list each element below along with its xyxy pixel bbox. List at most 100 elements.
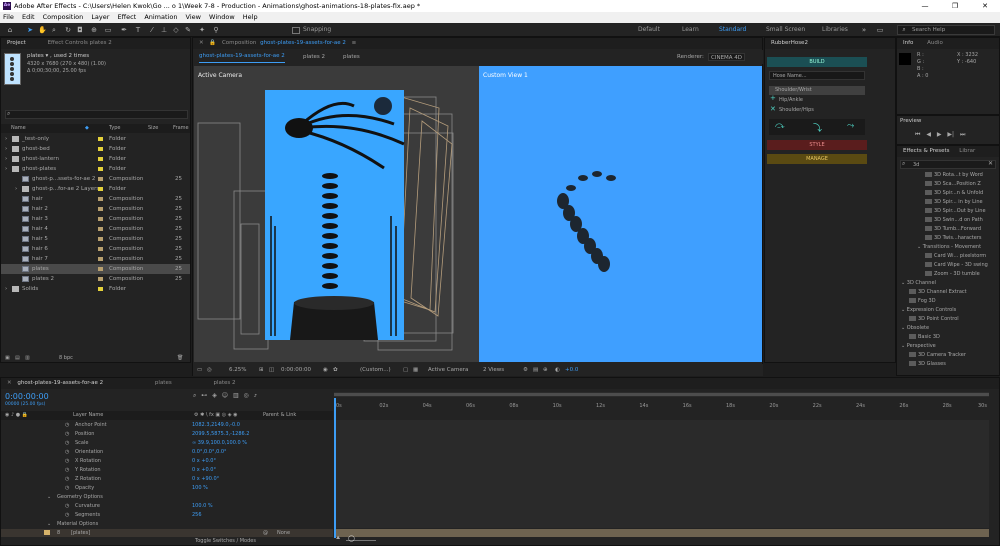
layer-switches-icon[interactable]: ⚙ ✱ \ fx ▣ ◎ ◈ ◉ <box>194 411 238 420</box>
expand-chevron-icon[interactable]: › <box>5 134 7 144</box>
label-color-swatch[interactable] <box>98 267 103 271</box>
expand-chevron-icon[interactable]: › <box>5 144 7 154</box>
project-item-row[interactable]: ghost-p...ssets-for-ae 2 Composition 25 <box>1 174 190 184</box>
expand-chevron-icon[interactable]: › <box>5 164 7 174</box>
label-color-swatch[interactable] <box>98 187 103 191</box>
property-row[interactable]: ◷ Curvature 100.0 % <box>1 502 333 511</box>
always-preview-icon[interactable]: ▭ <box>197 364 202 376</box>
effects-item[interactable]: 3D Channel Extract <box>909 288 967 297</box>
mask-icon[interactable]: ◫ <box>269 364 274 376</box>
property-value[interactable]: 100 % <box>192 484 208 493</box>
property-row[interactable]: ◷ Orientation 0.0°,0.0°,0.0° <box>1 448 333 457</box>
current-time-indicator[interactable] <box>334 398 336 538</box>
remove-hose-icon[interactable]: ✕ <box>770 105 776 113</box>
effects-item[interactable]: 3D Point Control <box>909 315 959 324</box>
column-size[interactable]: Size <box>148 124 158 133</box>
workspace-libraries[interactable]: Libraries <box>822 26 848 33</box>
label-color-swatch[interactable] <box>98 177 103 181</box>
stopwatch-icon[interactable]: ◷ <box>65 439 69 448</box>
rotate-tool-icon[interactable]: ↻ <box>64 26 72 34</box>
pin-icon[interactable]: ⚲ <box>212 26 220 34</box>
draft-3d-icon[interactable]: ◈ <box>212 392 217 399</box>
label-color-swatch[interactable] <box>98 157 103 161</box>
menu-help[interactable]: Help <box>243 13 258 21</box>
leg-preset-icon[interactable]: ⤵ <box>813 121 822 134</box>
timeline-tab-plates[interactable]: plates <box>155 380 172 386</box>
property-row[interactable]: ◷ Scale ∞ 39.9,100.0,100.0 % <box>1 439 333 448</box>
parent-select[interactable]: None <box>277 529 290 537</box>
effects-folder[interactable]: ⌄ Obsolete <box>901 324 929 333</box>
frame-blending-icon[interactable]: ▥ <box>233 392 239 399</box>
project-item-row[interactable]: hair 7 Composition 25 <box>1 254 190 264</box>
timeline-tab-ghost-plates[interactable]: ghost-plates-19-assets-for-ae 2 <box>17 380 103 386</box>
shoulder-wrist-item[interactable]: Shoulder/Wrist <box>769 86 865 95</box>
menu-composition[interactable]: Composition <box>43 13 84 21</box>
property-row[interactable]: ◷ Opacity 100 % <box>1 484 333 493</box>
parent-spiral-icon[interactable]: @ <box>263 529 268 537</box>
delete-icon[interactable]: 🗑 <box>177 355 183 361</box>
label-color-swatch[interactable] <box>98 237 103 241</box>
snapping-checkbox[interactable] <box>292 27 300 34</box>
project-item-row[interactable]: › ghost-p...for-ae 2 Layers Folder <box>1 184 190 194</box>
tab-composition-name[interactable]: ghost-plates-19-assets-for-ae 2 <box>260 40 346 46</box>
project-item-row[interactable]: plates 2 Composition 25 <box>1 274 190 284</box>
type-tool-icon[interactable]: T <box>134 26 142 34</box>
transparency-icon[interactable]: ▦ <box>413 364 418 376</box>
menu-effect[interactable]: Effect <box>118 13 137 21</box>
clone-stamp-tool-icon[interactable]: ⊥ <box>160 26 168 34</box>
project-item-row[interactable]: › Solids Folder <box>1 284 190 294</box>
flowchart-icon[interactable]: ⊕ <box>543 364 548 376</box>
stopwatch-icon[interactable]: ◷ <box>65 430 69 439</box>
effects-item[interactable]: Card Wipe - 3D swing <box>925 261 988 270</box>
exposure-icon[interactable]: ◐ <box>555 364 560 376</box>
workspace-standard[interactable]: Standard <box>719 26 746 33</box>
project-item-row[interactable]: hair Composition 25 <box>1 194 190 204</box>
zoom-slider[interactable]: ⛰ ◯ <box>336 535 416 542</box>
property-value[interactable]: 1082.3,2149.0,-0.0 <box>192 421 240 430</box>
roi-icon[interactable]: ▢ <box>403 364 408 376</box>
property-value[interactable]: 0 x +0.0° <box>192 466 216 475</box>
close-button[interactable]: ✕ <box>970 0 1000 12</box>
puppet-tool-icon[interactable]: ✦ <box>198 26 206 34</box>
menu-file[interactable]: File <box>3 13 14 21</box>
effects-item[interactable]: 3D Sca...Position Z <box>925 180 981 189</box>
fast-previews-icon[interactable]: ⚙ <box>523 364 528 376</box>
property-value[interactable]: 2099.5,5875.3,-1286.2 <box>192 430 249 439</box>
zoom-handle[interactable]: ◯ <box>348 535 355 542</box>
project-item-row[interactable]: hair 5 Composition 25 <box>1 234 190 244</box>
close-timeline-tab-icon[interactable]: ✕ <box>7 380 12 386</box>
show-channel-icon[interactable]: ✿ <box>333 364 338 376</box>
effects-item[interactable]: 3D Spir...n & Unfold <box>925 189 983 198</box>
build-section[interactable]: BUILD <box>767 57 867 67</box>
stopwatch-icon[interactable]: ◷ <box>65 466 69 475</box>
effects-item[interactable]: Card Wi... pixelstorm <box>925 252 986 261</box>
hose-name-input[interactable]: Hose Name... <box>769 71 865 80</box>
tab-libraries[interactable]: Librar <box>959 148 975 154</box>
pan-behind-tool-icon[interactable]: ⊕ <box>90 26 98 34</box>
expand-chevron-icon[interactable]: › <box>15 184 17 194</box>
property-group-row[interactable]: ⌄ Geometry Options <box>1 493 333 502</box>
column-parent[interactable]: Parent & Link <box>263 411 296 420</box>
av-switches-icon[interactable]: ◉ ♪ ● 🔒 <box>5 411 28 420</box>
magnification-icon[interactable]: ◎ <box>207 364 212 376</box>
home-icon[interactable]: ⌂ <box>6 26 14 34</box>
maximize-button[interactable]: ❐ <box>940 0 970 12</box>
subtab-plates[interactable]: plates <box>343 50 360 64</box>
effects-item[interactable]: 3D Spir... in by Line <box>925 198 983 207</box>
bpc-label[interactable]: 8 bpc <box>59 355 73 361</box>
menu-animation[interactable]: Animation <box>144 13 177 21</box>
search-help-input[interactable]: Search Help <box>897 25 995 35</box>
timeline-tracks[interactable] <box>334 420 989 528</box>
effects-item[interactable]: 3D Twis...haracters <box>925 234 982 243</box>
motion-blur-icon[interactable]: ◎ <box>244 392 249 399</box>
clear-search-icon[interactable]: ✕ <box>988 160 993 167</box>
effects-item[interactable]: 3D Camera Tracker <box>909 351 966 360</box>
timeline-icon[interactable]: ▤ <box>533 364 538 376</box>
search-layers-icon[interactable]: ⌕ <box>193 392 196 399</box>
subtab-plates-2[interactable]: plates 2 <box>303 50 325 64</box>
property-value[interactable]: 0.0°,0.0°,0.0° <box>192 448 227 457</box>
label-color-swatch[interactable] <box>98 207 103 211</box>
menu-edit[interactable]: Edit <box>22 13 35 21</box>
menu-view[interactable]: View <box>186 13 201 21</box>
project-item-row[interactable]: › ghost-bed Folder <box>1 144 190 154</box>
